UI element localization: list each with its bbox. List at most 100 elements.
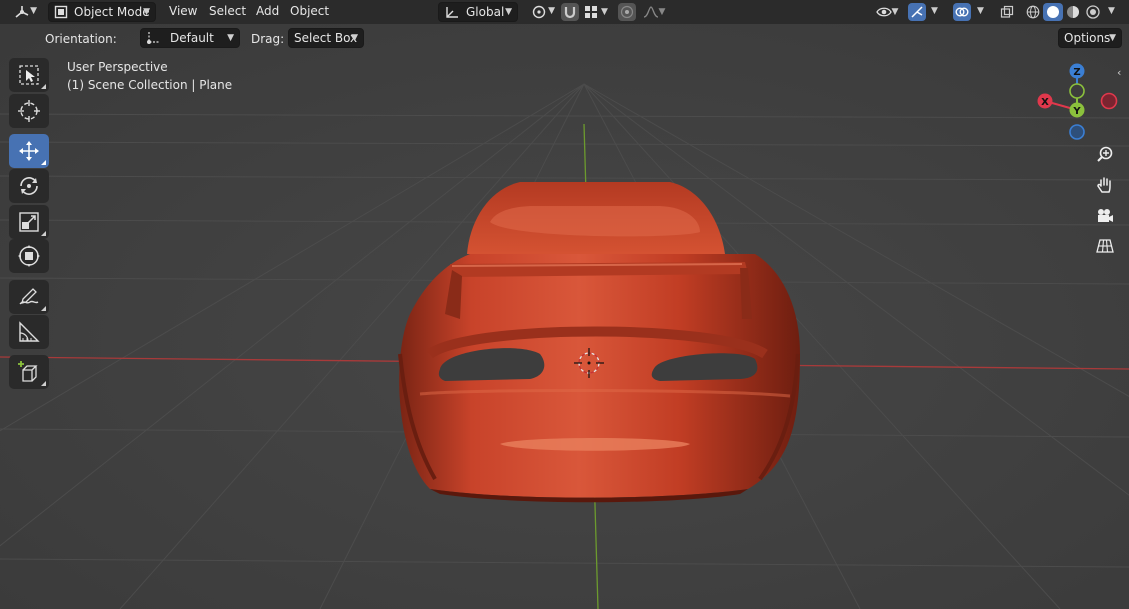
falloff-curve-icon (643, 6, 658, 18)
viewport-scene (0, 24, 1129, 609)
camera-view-button[interactable] (1092, 203, 1118, 229)
3d-viewport[interactable]: User Perspective (1) Scene Collection | … (0, 24, 1129, 609)
snap-target-button[interactable]: ▼ (582, 3, 610, 21)
chevron-down-icon[interactable]: ▼ (977, 6, 984, 16)
overlays-icon (955, 7, 969, 17)
viewport-header: ▼ Object Mode ▼ View Select Add Object G… (0, 0, 1129, 24)
eye-icon (875, 7, 892, 17)
transform-tool[interactable] (9, 239, 49, 273)
gizmo-z-label: Z (1073, 67, 1080, 78)
orientation-dropdown[interactable]: Default ▼ (140, 28, 240, 48)
ruler-icon (19, 321, 40, 342)
cursor-icon (18, 100, 40, 122)
pivot-point-button[interactable]: ▼ (525, 2, 555, 22)
sidebar-toggle[interactable]: ‹ (1117, 66, 1129, 80)
proportional-editing-toggle[interactable] (618, 3, 636, 21)
gizmo-x-label: X (1041, 97, 1049, 108)
editor-type-button[interactable]: ▼ (8, 2, 42, 22)
object-mode-icon (54, 5, 68, 19)
drag-label: Drag: (251, 32, 285, 46)
chevron-down-icon[interactable]: ▼ (1108, 6, 1115, 16)
chevron-down-icon: ▼ (658, 7, 666, 17)
visibility-button[interactable]: ▼ (872, 3, 902, 21)
chevron-down-icon: ▼ (601, 7, 608, 17)
shading-solid-button[interactable] (1043, 3, 1063, 21)
shading-wireframe-button[interactable] (1023, 3, 1043, 21)
editor-type-icon (15, 6, 29, 18)
add-cube-tool[interactable] (9, 355, 49, 389)
menu-add[interactable]: Add (256, 4, 279, 18)
drag-dropdown[interactable]: Select Box ▼ (288, 28, 364, 48)
pivot-icon (532, 5, 546, 19)
chevron-down-icon: ▼ (891, 7, 899, 17)
material-sphere-icon (1067, 6, 1079, 18)
magnet-icon (564, 7, 576, 19)
chevron-down-icon: ▼ (143, 7, 150, 17)
transform-icon (18, 245, 40, 267)
menu-object[interactable]: Object (290, 4, 329, 18)
proportional-edit-icon (620, 5, 634, 19)
drag-value: Select Box (294, 31, 358, 45)
add-cube-icon (18, 361, 38, 382)
gizmo-neg-x[interactable] (1100, 92, 1118, 110)
hand-icon (1097, 177, 1111, 193)
rotate-tool[interactable] (9, 169, 49, 203)
chevron-down-icon: ▼ (505, 7, 512, 17)
pan-button[interactable] (1092, 172, 1118, 198)
mode-dropdown[interactable]: Object Mode ▼ (48, 2, 156, 22)
scene-collection-label: (1) Scene Collection | Plane (67, 78, 233, 92)
chevron-down-icon: ▼ (227, 33, 234, 43)
gizmo-icon (911, 6, 923, 18)
options-label: Options (1064, 31, 1111, 45)
snap-grid-icon (585, 6, 598, 18)
orientation-label: Orientation: (45, 32, 117, 46)
rotate-icon (20, 177, 38, 195)
transform-orientation-label: Global (466, 5, 505, 19)
move-arrows-icon (19, 141, 39, 161)
wireframe-sphere-icon (1026, 5, 1040, 19)
move-tool[interactable] (9, 134, 49, 168)
transform-orientation-dropdown[interactable]: Global ▼ (438, 2, 518, 22)
select-box-icon (19, 65, 39, 85)
select-box-tool[interactable] (9, 58, 49, 92)
zoom-button[interactable] (1092, 141, 1118, 167)
orientation-pivot-icon (147, 32, 159, 44)
gizmo-neg-z[interactable] (1069, 124, 1085, 140)
chevron-down-icon: ▼ (1109, 33, 1116, 43)
scale-tool[interactable] (9, 205, 49, 239)
camera-icon (1098, 209, 1113, 222)
shading-material-button[interactable] (1063, 3, 1083, 21)
options-dropdown[interactable]: Options ▼ (1058, 28, 1122, 48)
chevron-down-icon: ▼ (548, 6, 555, 16)
mode-label: Object Mode (74, 5, 150, 19)
chevron-down-icon: ▼ (351, 33, 358, 43)
gizmo-y-label: Y (1072, 106, 1081, 117)
orientation-value: Default (170, 31, 214, 45)
overlays-toggle[interactable] (953, 3, 971, 21)
xray-icon (1000, 5, 1014, 18)
menu-view[interactable]: View (169, 4, 197, 18)
chevron-down-icon: ▼ (30, 6, 37, 16)
tool-settings-bar: Orientation: Default ▼ Drag: Select Box … (0, 26, 1129, 52)
chevron-down-icon[interactable]: ▼ (931, 6, 938, 16)
annotate-tool[interactable] (9, 280, 49, 314)
navigation-gizmo[interactable]: Z X Y (1032, 61, 1122, 141)
zoom-icon (1097, 146, 1113, 162)
gizmo-neg-y[interactable] (1069, 83, 1085, 99)
gizmo-toggle[interactable] (908, 3, 926, 21)
solid-sphere-icon (1047, 6, 1059, 18)
perspective-toggle-button[interactable] (1092, 233, 1118, 259)
orientation-axes-icon (446, 7, 458, 18)
view-perspective-label: User Perspective (67, 60, 168, 74)
rendered-sphere-icon (1086, 5, 1100, 19)
measure-tool[interactable] (9, 315, 49, 349)
pencil-icon (19, 288, 39, 305)
shading-rendered-button[interactable] (1083, 3, 1103, 21)
snap-toggle[interactable] (561, 3, 579, 21)
grid-perspective-icon (1096, 239, 1114, 253)
xray-toggle[interactable] (998, 3, 1016, 21)
cursor-tool[interactable] (9, 94, 49, 128)
scale-icon (19, 212, 39, 232)
menu-select[interactable]: Select (209, 4, 246, 18)
falloff-button[interactable]: ▼ (640, 3, 668, 21)
